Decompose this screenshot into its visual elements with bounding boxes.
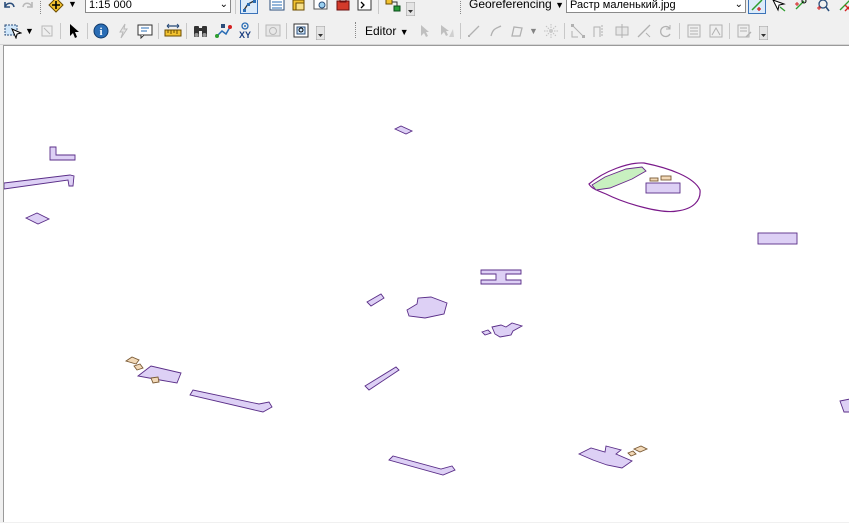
map-feature-polygon[interactable]: [481, 329, 492, 336]
catalog-icon[interactable]: [290, 0, 308, 14]
search-window-icon[interactable]: [312, 0, 330, 14]
add-data-icon[interactable]: [47, 0, 65, 14]
chevron-down-icon: ⌄: [734, 0, 743, 10]
map-feature-polygon[interactable]: [839, 398, 849, 413]
map-feature-polygon[interactable]: [577, 445, 633, 469]
table-of-contents-icon[interactable]: [268, 0, 286, 14]
edit-annotation-tool-icon[interactable]: [438, 22, 456, 40]
edit-vertices-icon[interactable]: [569, 22, 587, 40]
arctoolbox-icon[interactable]: [334, 0, 352, 14]
zoom-to-selected-icon[interactable]: [38, 22, 56, 40]
select-link-icon[interactable]: [770, 0, 788, 14]
end-point-arc-icon[interactable]: [487, 22, 505, 40]
map-feature-polygon[interactable]: [4, 174, 75, 190]
toolbar-overflow-icon[interactable]: [758, 25, 769, 41]
standard-toolbar: ▼ 1:15 000 ⌄ Georeferencing ▼ Растр мале…: [0, 0, 849, 18]
map-feature-polygon[interactable]: [645, 182, 681, 194]
chevron-down-icon[interactable]: ▼: [25, 26, 34, 36]
chevron-down-icon: ▼: [555, 0, 564, 10]
straight-segment-icon[interactable]: [465, 22, 483, 40]
map-canvas[interactable]: [4, 46, 849, 523]
point-tool-icon[interactable]: [542, 22, 560, 40]
georeferencing-menu[interactable]: Georeferencing ▼: [469, 0, 564, 11]
select-elements-icon[interactable]: [4, 22, 22, 40]
map-feature-polygon[interactable]: [366, 293, 385, 307]
map-scale-combo[interactable]: 1:15 000 ⌄: [85, 0, 231, 13]
tools-toolbar: ▼ i XY Editor ▼ ▼: [0, 18, 849, 45]
select-features-icon[interactable]: [65, 22, 83, 40]
editor-toolbar-grip[interactable]: [355, 22, 359, 38]
reshape-feature-icon[interactable]: [591, 22, 609, 40]
find-icon[interactable]: [192, 22, 210, 40]
sketch-properties-icon[interactable]: [707, 22, 725, 40]
split-tool-icon[interactable]: [635, 22, 653, 40]
attributes-icon[interactable]: [685, 22, 703, 40]
chevron-down-icon: ▼: [399, 27, 409, 37]
map-feature-polygon[interactable]: [491, 322, 524, 338]
hyperlink-icon[interactable]: [114, 22, 132, 40]
edit-tool-icon[interactable]: [416, 22, 434, 40]
map-feature-tan-building[interactable]: [150, 376, 160, 384]
editor-toolbar-toggle-icon[interactable]: [240, 0, 258, 14]
map-feature-polygon[interactable]: [393, 125, 414, 135]
map-feature-polygon[interactable]: [24, 212, 51, 225]
svg-text:XY: XY: [239, 30, 251, 40]
delete-link-icon[interactable]: [836, 0, 849, 14]
map-feature-green-area[interactable]: [591, 166, 647, 191]
map-feature-polygon[interactable]: [757, 232, 798, 245]
map-feature-polygon[interactable]: [480, 269, 522, 285]
map-feature-tan-building[interactable]: [632, 445, 649, 453]
create-viewer-window-icon[interactable]: [292, 22, 310, 40]
georeferencing-toolbar-grip[interactable]: [460, 0, 464, 14]
map-feature-tan-building[interactable]: [133, 363, 144, 371]
cut-polygons-icon[interactable]: [613, 22, 631, 40]
identify-icon[interactable]: i: [92, 22, 110, 40]
map-feature-polygon[interactable]: [388, 455, 456, 476]
rotate-icon[interactable]: [657, 22, 675, 40]
undo-icon[interactable]: [0, 0, 18, 14]
create-features-icon[interactable]: [735, 22, 753, 40]
toolbar-overflow-icon[interactable]: [405, 1, 416, 17]
georeference-layer-combo[interactable]: Растр маленький.jpg ⌄: [566, 0, 746, 13]
map-feature-tan-building[interactable]: [627, 450, 637, 457]
georeferencing-menu-label: Georeferencing: [469, 0, 552, 11]
html-popup-icon[interactable]: [136, 22, 154, 40]
map-feature-polygon[interactable]: [189, 389, 273, 413]
chevron-down-icon[interactable]: ▼: [529, 26, 538, 36]
map-feature-polygon[interactable]: [364, 366, 400, 391]
time-slider-icon[interactable]: [264, 22, 282, 40]
toolbar-grip[interactable]: [40, 0, 44, 14]
model-builder-icon[interactable]: [384, 0, 402, 14]
add-data-dropdown-icon[interactable]: ▼: [68, 0, 77, 9]
map-scale-value: 1:15 000: [89, 0, 132, 11]
georeference-layer-value: Растр маленький.jpg: [570, 0, 676, 11]
trace-tool-icon[interactable]: [509, 22, 527, 40]
redo-icon[interactable]: [19, 0, 37, 14]
add-control-points-icon[interactable]: [748, 0, 766, 14]
toolbar-overflow-icon[interactable]: [315, 25, 326, 41]
map-feature-tan-building[interactable]: [660, 175, 672, 181]
map-feature-tan-building[interactable]: [124, 356, 140, 365]
rotate-tool-icon[interactable]: [792, 0, 810, 14]
go-to-xy-icon[interactable]: XY: [236, 22, 254, 40]
measure-icon[interactable]: [164, 22, 182, 40]
zoom-to-link-icon[interactable]: [814, 0, 832, 14]
map-feature-tan-building[interactable]: [649, 177, 659, 182]
svg-text:i: i: [99, 26, 102, 38]
python-window-icon[interactable]: [356, 0, 374, 14]
map-feature-polygon[interactable]: [49, 146, 76, 161]
map-display[interactable]: [3, 45, 849, 522]
map-feature-polygon[interactable]: [136, 365, 182, 384]
map-feature-polygon[interactable]: [406, 296, 448, 319]
editor-menu[interactable]: Editor ▼: [365, 24, 409, 38]
route-icon[interactable]: [214, 22, 232, 40]
map-features-layer: [4, 125, 849, 476]
chevron-down-icon: ⌄: [219, 0, 228, 10]
editor-menu-label: Editor: [365, 24, 397, 38]
